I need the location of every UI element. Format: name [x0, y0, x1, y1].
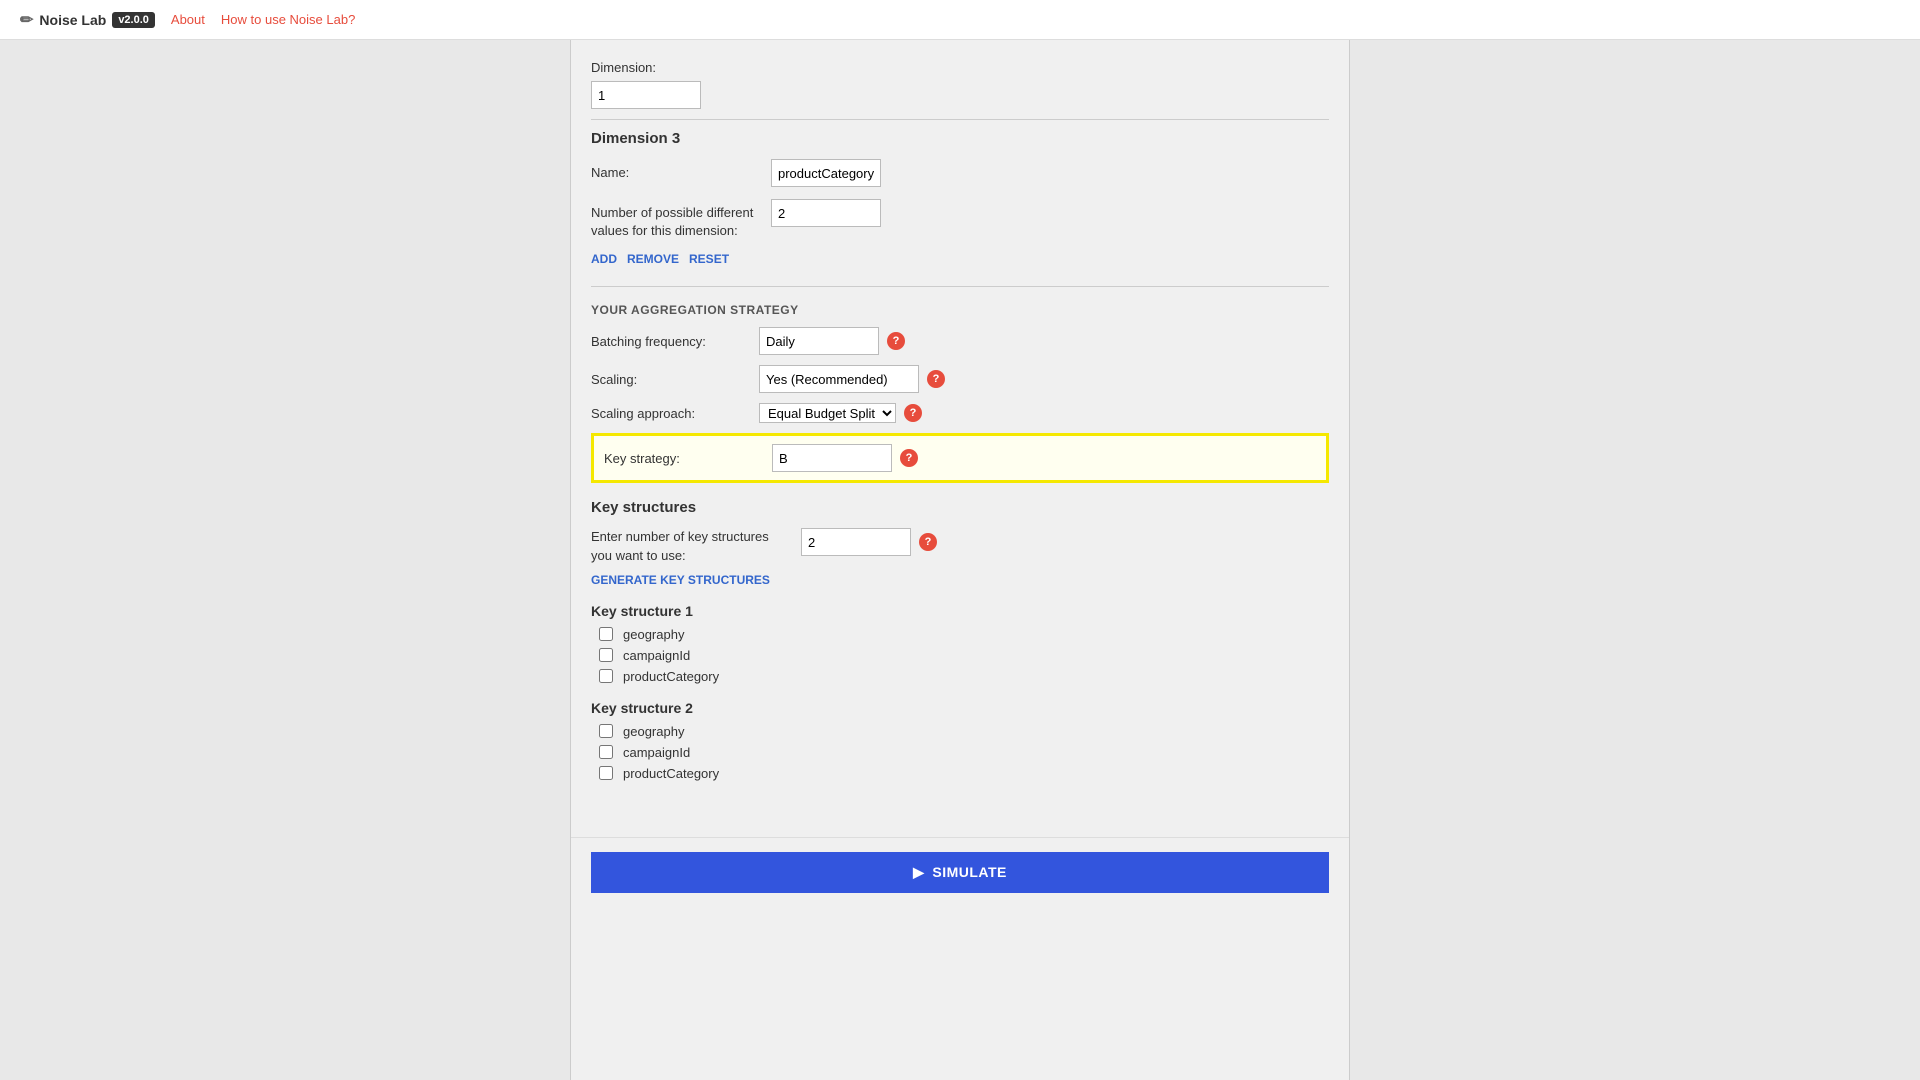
key-strategy-select-wrapper: A B C — [772, 444, 892, 472]
key-strategy-select[interactable]: A B C — [772, 444, 892, 472]
batching-label: Batching frequency: — [591, 334, 751, 349]
main-container: Dimension: Dimension 3 Name: Number of p… — [0, 40, 1920, 1080]
simulate-bar: ▶ SIMULATE — [571, 837, 1349, 907]
ks2-productcategory-checkbox[interactable] — [599, 766, 613, 780]
dimension3-name-label: Name: — [591, 159, 771, 182]
ks1-geography-checkbox[interactable] — [599, 627, 613, 641]
batching-select-wrapper: Daily Weekly Monthly — [759, 327, 879, 355]
dimension3-name-input-wrapper — [771, 159, 1329, 187]
nav-howto-link[interactable]: How to use Noise Lab? — [221, 12, 355, 27]
batching-select[interactable]: Daily Weekly Monthly — [759, 327, 879, 355]
scaling-help-icon[interactable]: ? — [927, 370, 945, 388]
simulate-button[interactable]: ▶ SIMULATE — [591, 852, 1329, 893]
ks2-campaignid-checkbox[interactable] — [599, 745, 613, 759]
reset-link[interactable]: RESET — [689, 252, 729, 266]
center-panel[interactable]: Dimension: Dimension 3 Name: Number of p… — [570, 40, 1350, 1080]
nav-about-link[interactable]: About — [171, 12, 205, 27]
key-structure-1-title: Key structure 1 — [591, 603, 1329, 619]
scaling-approach-help-icon[interactable]: ? — [904, 404, 922, 422]
ks2-geography-checkbox[interactable] — [599, 724, 613, 738]
stub-dimension-label: Dimension: — [591, 60, 1329, 75]
ks2-productcategory-label: productCategory — [623, 766, 719, 781]
key-structures-title: Key structures — [591, 499, 1329, 516]
ks1-productcategory-checkbox[interactable] — [599, 669, 613, 683]
add-link[interactable]: ADD — [591, 252, 617, 266]
key-strategy-label: Key strategy: — [604, 451, 764, 466]
ks1-geography-label: geography — [623, 627, 684, 642]
dimension3-numvalues-row: Number of possible different values for … — [591, 199, 1329, 240]
aggregation-title: YOUR AGGREGATION STRATEGY — [591, 303, 1329, 317]
scaling-approach-row: Scaling approach: Equal Budget Split ? — [591, 403, 1329, 423]
dimension3-numvalues-label: Number of possible different values for … — [591, 199, 771, 240]
key-structures-help-icon[interactable]: ? — [919, 533, 937, 551]
nav-version: v2.0.0 — [112, 12, 155, 28]
scaling-approach-select[interactable]: Equal Budget Split — [759, 403, 896, 423]
scaling-label: Scaling: — [591, 372, 751, 387]
simulate-play-icon: ▶ — [913, 864, 924, 881]
generate-key-structures-link[interactable]: GENERATE KEY STRUCTURES — [591, 573, 1329, 587]
remove-link[interactable]: REMOVE — [627, 252, 679, 266]
ks2-productcategory-row: productCategory — [591, 766, 1329, 781]
dimension3-name-row: Name: — [591, 159, 1329, 187]
batching-frequency-row: Batching frequency: Daily Weekly Monthly… — [591, 327, 1329, 355]
key-structures-section: Key structures Enter number of key struc… — [591, 499, 1329, 780]
ks1-geography-row: geography — [591, 627, 1329, 642]
dimension3-numvalues-input[interactable] — [771, 199, 881, 227]
ks1-campaignid-row: campaignId — [591, 648, 1329, 663]
dimension3-title: Dimension 3 — [591, 130, 1329, 147]
key-structure-1: Key structure 1 geography campaignId pro… — [591, 603, 1329, 684]
content-area: Dimension: Dimension 3 Name: Number of p… — [571, 40, 1349, 837]
batching-help-icon[interactable]: ? — [887, 332, 905, 350]
key-strategy-help-icon[interactable]: ? — [900, 449, 918, 467]
key-structures-input-row: Enter number of key structures you want … — [591, 528, 1329, 564]
simulate-button-label: SIMULATE — [932, 864, 1007, 880]
ks1-productcategory-label: productCategory — [623, 669, 719, 684]
key-strategy-box: Key strategy: A B C ? — [591, 433, 1329, 483]
stub-dimension-input[interactable] — [591, 81, 701, 109]
ks2-campaignid-label: campaignId — [623, 745, 690, 760]
scaling-select-wrapper: Yes (Recommended) No — [759, 365, 919, 393]
dimension3-numvalues-input-wrapper — [771, 199, 1329, 227]
ks1-campaignid-label: campaignId — [623, 648, 690, 663]
ks2-campaignid-row: campaignId — [591, 745, 1329, 760]
key-structures-input-label: Enter number of key structures you want … — [591, 528, 791, 564]
scaling-row: Scaling: Yes (Recommended) No ? — [591, 365, 1329, 393]
scaling-select[interactable]: Yes (Recommended) No — [759, 365, 919, 393]
scaling-approach-label: Scaling approach: — [591, 406, 751, 421]
top-stub: Dimension: — [591, 50, 1329, 120]
key-structures-input-group: ? — [801, 528, 937, 556]
divider-1 — [591, 286, 1329, 287]
topnav: ✏ Noise Lab v2.0.0 About How to use Nois… — [0, 0, 1920, 40]
ks1-productcategory-row: productCategory — [591, 669, 1329, 684]
aggregation-section: YOUR AGGREGATION STRATEGY Batching frequ… — [591, 303, 1329, 483]
pencil-icon: ✏ — [20, 10, 33, 30]
key-structures-input[interactable] — [801, 528, 911, 556]
nav-logo: ✏ Noise Lab v2.0.0 — [20, 10, 155, 30]
key-structure-2-title: Key structure 2 — [591, 700, 1329, 716]
key-structure-2: Key structure 2 geography campaignId pro… — [591, 700, 1329, 781]
ks1-campaignid-checkbox[interactable] — [599, 648, 613, 662]
dimension3-section: Dimension 3 Name: Number of possible dif… — [591, 130, 1329, 266]
key-strategy-container: Key strategy: A B C ? — [591, 433, 1329, 483]
ks2-geography-row: geography — [591, 724, 1329, 739]
nav-logo-text: Noise Lab — [39, 12, 106, 28]
dimension3-action-links: ADD REMOVE RESET — [591, 252, 1329, 266]
dimension3-name-input[interactable] — [771, 159, 881, 187]
ks2-geography-label: geography — [623, 724, 684, 739]
